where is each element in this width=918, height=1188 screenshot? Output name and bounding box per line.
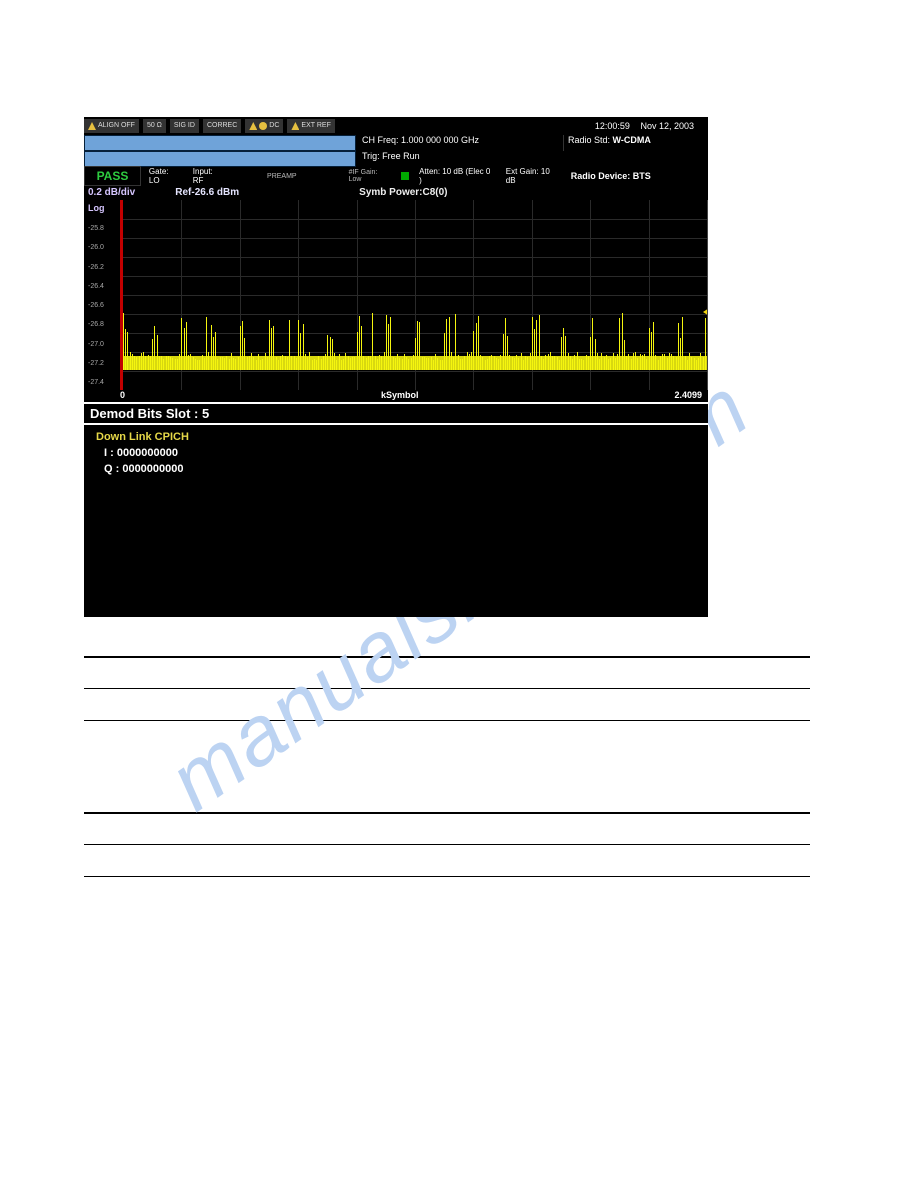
y-axis-labels: Log -25.8 -26.0 -26.2 -26.4 -26.6 -26.8 …	[88, 200, 120, 390]
q-bits: Q : 0000000000	[96, 463, 696, 475]
x-axis: 0 kSymbol 2.4099	[84, 390, 708, 402]
y-tick: -26.2	[88, 264, 120, 271]
ifgain-label: #IF Gain: Low	[343, 169, 398, 183]
status-tag: ALIGN OFF	[84, 119, 139, 133]
info-row: Trig: Free Run	[84, 151, 708, 167]
y-tick: -26.4	[88, 283, 120, 290]
pass-indicator: PASS	[84, 166, 141, 186]
input-label: Input: RF	[187, 167, 231, 185]
radio-std: Radio Std: W-CDMA	[563, 135, 708, 151]
radio-std-label: Radio Std:	[568, 135, 610, 145]
pass-row: PASS Gate: LO Input: RF PREAMP #IF Gain:…	[84, 167, 708, 185]
green-dot-icon	[401, 172, 409, 180]
status-text: DC	[269, 119, 279, 133]
warn-icon	[249, 122, 257, 130]
table-rule	[84, 656, 810, 658]
status-tag: 50 Ω	[143, 119, 166, 133]
dc-icon	[259, 122, 267, 130]
input-field-blue[interactable]	[84, 135, 356, 151]
plot-scale: 0.2 dB/div	[88, 187, 135, 198]
table-rule	[84, 876, 810, 877]
status-datetime: 12:00:59 Nov 12, 2003	[595, 121, 708, 131]
i-bits: I : 0000000000	[96, 447, 696, 459]
atten-label: Atten: 10 dB (Elec 0 )	[413, 167, 500, 185]
status-text: 50 Ω	[147, 119, 162, 133]
input-field-blue[interactable]	[84, 151, 356, 167]
plot-header: 0.2 dB/div Ref-26.6 dBm Symb Power:C8(0)	[84, 185, 708, 200]
table-rule	[84, 720, 810, 721]
warn-icon	[88, 122, 96, 130]
gate-label: Gate: LO	[143, 167, 187, 185]
status-date: Nov 12, 2003	[640, 121, 694, 131]
status-text: EXT REF	[301, 119, 330, 133]
log-label: Log	[88, 204, 120, 213]
x-label: kSymbol	[125, 390, 674, 400]
y-tick: -27.0	[88, 341, 120, 348]
y-tick: -26.6	[88, 302, 120, 309]
preamp-label: PREAMP	[261, 173, 303, 180]
instrument-screenshot: ALIGN OFF 50 Ω SIG ID CORREC DC EXT REF …	[84, 117, 708, 617]
downlink-label: Down Link CPICH	[96, 431, 696, 443]
status-tag: DC	[245, 119, 283, 133]
status-time: 12:00:59	[595, 121, 630, 131]
table-rule	[84, 844, 810, 845]
radio-device-value: BTS	[633, 171, 651, 181]
radio-std-value: W-CDMA	[613, 135, 651, 145]
table-rule	[84, 812, 810, 814]
plot-canvas[interactable]	[123, 200, 708, 390]
y-tick: -26.0	[88, 244, 120, 251]
radio-device-label: Radio Device:	[571, 171, 631, 181]
plot-title: Symb Power:C8(0)	[359, 187, 447, 198]
status-bar: ALIGN OFF 50 Ω SIG ID CORREC DC EXT REF …	[84, 117, 708, 135]
section-title: Demod Bits Slot : 5	[84, 402, 708, 425]
demod-bits-panel: Down Link CPICH I : 0000000000 Q : 00000…	[84, 425, 708, 617]
ch-freq: CH Freq: 1.000 000 000 GHz	[356, 135, 563, 151]
extgain-label: Ext Gain: 10 dB	[500, 167, 567, 185]
status-text: SIG ID	[174, 119, 195, 133]
status-text: CORREC	[207, 119, 237, 133]
table-rule	[84, 688, 810, 689]
plot-area: Log -25.8 -26.0 -26.2 -26.4 -26.6 -26.8 …	[84, 200, 708, 390]
status-text: ALIGN OFF	[98, 119, 135, 133]
info-row: CH Freq: 1.000 000 000 GHz Radio Std: W-…	[84, 135, 708, 151]
y-tick: -27.4	[88, 379, 120, 386]
x-right: 2.4099	[674, 390, 702, 400]
status-tag: EXT REF	[287, 119, 334, 133]
status-tag: CORREC	[203, 119, 241, 133]
y-tick: -25.8	[88, 225, 120, 232]
y-tick: -27.2	[88, 360, 120, 367]
plot-ref: Ref-26.6 dBm	[175, 187, 239, 198]
radio-device: Radio Device: BTS	[567, 171, 708, 181]
warn-icon	[291, 122, 299, 130]
spacer	[564, 151, 708, 167]
trig: Trig: Free Run	[356, 151, 564, 167]
status-tag: SIG ID	[170, 119, 199, 133]
y-tick: -26.8	[88, 321, 120, 328]
